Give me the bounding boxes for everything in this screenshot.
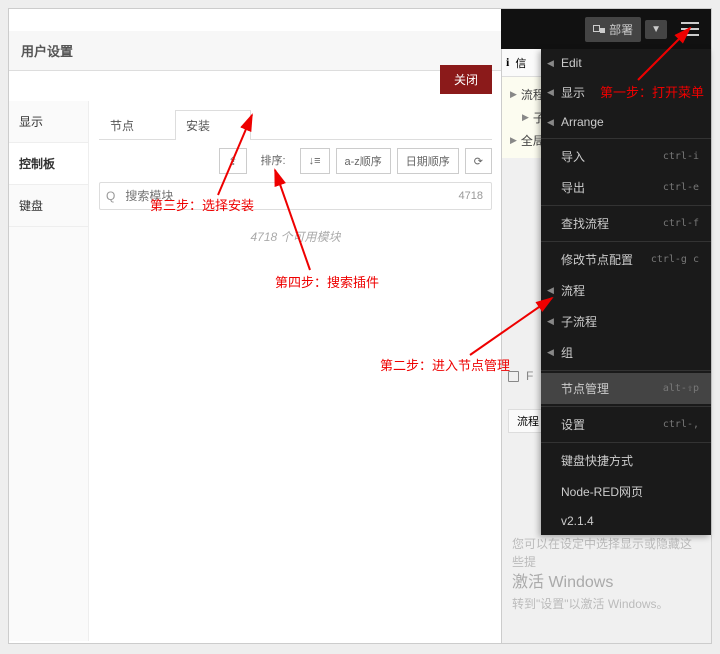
menu-version: v2.1.4 xyxy=(541,507,711,535)
menu-arrange[interactable]: ◀Arrange xyxy=(541,108,711,136)
menu-view[interactable]: ◀显示 xyxy=(541,77,711,108)
chevron-left-icon: ◀ xyxy=(547,347,554,358)
menu-subflows[interactable]: ◀子流程 xyxy=(541,306,711,337)
menu-import[interactable]: 导入ctrl-i xyxy=(541,141,711,172)
flow-letter: F xyxy=(526,369,533,383)
menu-export[interactable]: 导出ctrl-e xyxy=(541,172,711,203)
menu-edit[interactable]: ◀Edit xyxy=(541,49,711,77)
close-button[interactable]: 关闭 xyxy=(440,65,492,94)
menu-config-nodes[interactable]: 修改节点配置ctrl-g c xyxy=(541,244,711,275)
app-frame: 部署 ▼ 用户设置 关闭 显示 控制板 键盘 节点 安装 ⇪ xyxy=(8,8,712,644)
menu-website[interactable]: Node-RED网页 xyxy=(541,476,711,507)
chevron-left-icon: ◀ xyxy=(547,117,554,128)
side-tab-palette[interactable]: 控制板 xyxy=(9,143,88,185)
search-icon: Q xyxy=(100,189,121,203)
menu-groups[interactable]: ◀组 xyxy=(541,337,711,368)
chevron-left-icon: ◀ xyxy=(547,316,554,327)
tab-nodes[interactable]: 节点 xyxy=(99,110,175,140)
hamburger-menu-button[interactable] xyxy=(677,16,703,42)
sort-date-button[interactable]: 日期顺序 xyxy=(397,148,459,174)
main-menu: ◀Edit ◀显示 ◀Arrange 导入ctrl-i 导出ctrl-e 查找流… xyxy=(541,49,711,535)
sort-toolbar: ⇪ 排序: ↓≡ a-z顺序 日期顺序 ⟳ xyxy=(99,140,492,182)
chevron-right-icon: ▶ xyxy=(510,135,517,146)
modules-hint: 4718 个可用模块 xyxy=(99,210,492,263)
menu-manage-palette[interactable]: 节点管理alt-⇧p xyxy=(541,373,711,404)
app-header: 部署 ▼ xyxy=(501,9,711,49)
chevron-right-icon: ▶ xyxy=(510,89,517,100)
chevron-left-icon: ◀ xyxy=(547,87,554,98)
menu-settings[interactable]: 设置ctrl-, xyxy=(541,409,711,440)
menu-flows[interactable]: ◀流程 xyxy=(541,275,711,306)
palette-tabs: 节点 安装 xyxy=(99,109,492,140)
deploy-icon xyxy=(593,25,605,33)
side-tab-display[interactable]: 显示 xyxy=(9,101,88,143)
user-settings-modal: 用户设置 关闭 显示 控制板 键盘 节点 安装 ⇪ 排序: ↓≡ a-z顺序 日… xyxy=(9,31,503,641)
deploy-label: 部署 xyxy=(609,21,633,38)
sort-az-button[interactable]: a-z顺序 xyxy=(336,148,391,174)
chevron-left-icon: ◀ xyxy=(547,285,554,296)
upload-button[interactable]: ⇪ xyxy=(219,148,246,174)
modal-title: 用户设置 xyxy=(21,41,73,60)
book-icon xyxy=(508,371,519,382)
settings-side-tabs: 显示 控制板 键盘 xyxy=(9,101,89,641)
chevron-left-icon: ◀ xyxy=(547,58,554,69)
result-count: 4718 xyxy=(451,190,491,202)
settings-content: 节点 安装 ⇪ 排序: ↓≡ a-z顺序 日期顺序 ⟳ Q 4718 4718 … xyxy=(89,101,502,641)
refresh-button[interactable]: ⟳ xyxy=(465,148,492,174)
sort-default-button[interactable]: ↓≡ xyxy=(300,148,330,174)
sort-label: 排序: xyxy=(253,148,294,174)
modal-header: 用户设置 xyxy=(9,31,502,71)
deploy-button[interactable]: 部署 xyxy=(585,17,641,42)
deploy-caret-button[interactable]: ▼ xyxy=(645,20,667,39)
chevron-right-icon: ▶ xyxy=(522,112,529,123)
right-tab-info[interactable]: 信 xyxy=(509,51,532,75)
search-row: Q 4718 xyxy=(99,182,492,210)
side-tab-keyboard[interactable]: 键盘 xyxy=(9,185,88,227)
menu-search-flows[interactable]: 查找流程ctrl-f xyxy=(541,208,711,239)
search-input[interactable] xyxy=(121,183,450,209)
menu-shortcuts[interactable]: 键盘快捷方式 xyxy=(541,445,711,476)
watermark: 您可以在设定中选择显示或隐藏这些提 激活 Windows 转到"设置"以激活 W… xyxy=(512,535,701,613)
tab-install[interactable]: 安装 xyxy=(175,110,251,140)
